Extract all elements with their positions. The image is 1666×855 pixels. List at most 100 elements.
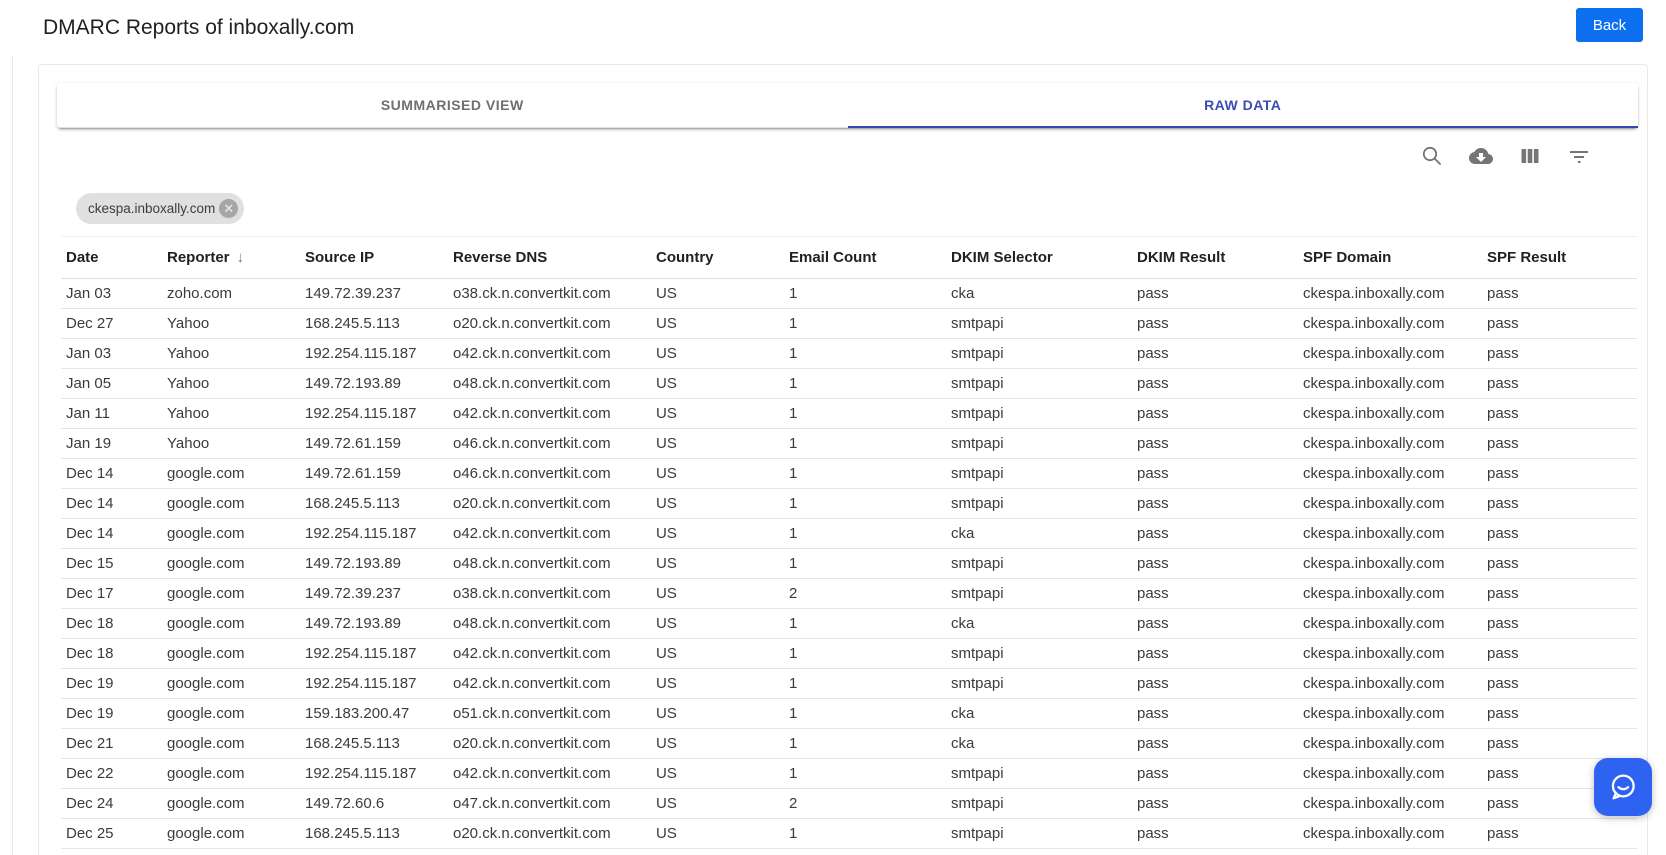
column-header-spf-domain[interactable]: SPF Domain: [1298, 236, 1482, 279]
table-cell: 1: [784, 548, 946, 579]
chat-widget-button[interactable]: [1594, 758, 1652, 816]
table-cell: ckespa.inboxally.com: [1298, 488, 1482, 519]
filter-icon[interactable]: [1567, 144, 1591, 168]
column-header-date[interactable]: Date: [61, 236, 162, 279]
table-cell: US: [651, 668, 784, 699]
table-cell: o46.ck.n.convertkit.com: [448, 428, 651, 459]
column-header-source-ip[interactable]: Source IP: [300, 236, 448, 279]
table-cell: smtpapi: [946, 488, 1132, 519]
table-row: Dec 15 google.com 149.72.193.89 o48.ck.n.co…: [61, 548, 1637, 579]
table-cell: 192.254.115.187: [300, 338, 448, 369]
table-cell: cka: [946, 278, 1132, 309]
table-toolbar: [1420, 144, 1591, 168]
table-cell: Jan 03: [61, 338, 162, 369]
table-cell: US: [651, 368, 784, 399]
view-columns-icon[interactable]: [1518, 144, 1542, 168]
table-cell: pass: [1482, 518, 1637, 549]
filter-chip-label: ckespa.inboxally.com: [88, 201, 216, 216]
column-header-dkim-result[interactable]: DKIM Result: [1132, 236, 1298, 279]
table-cell: pass: [1482, 728, 1637, 759]
table-row: Dec 22 google.com 192.254.115.187 o42.ck.n.…: [61, 758, 1637, 789]
table-cell: google.com: [162, 488, 300, 519]
table-cell: US: [651, 698, 784, 729]
table-cell: o20.ck.n.convertkit.com: [448, 818, 651, 849]
table-cell: Jan 19: [61, 428, 162, 459]
table-cell: o20.ck.n.convertkit.com: [448, 728, 651, 759]
table-cell: 149.72.193.89: [300, 548, 448, 579]
table-cell: 1: [784, 668, 946, 699]
column-header-email-count[interactable]: Email Count: [784, 236, 946, 279]
table-cell: smtpapi: [946, 338, 1132, 369]
table-cell: o48.ck.n.convertkit.com: [448, 548, 651, 579]
table-cell: smtpapi: [946, 368, 1132, 399]
table-cell: pass: [1482, 278, 1637, 309]
table-cell: pass: [1482, 368, 1637, 399]
table-cell: google.com: [162, 608, 300, 639]
tab-bar: SUMMARISED VIEW RAW DATA: [57, 83, 1638, 128]
table-cell: 168.245.5.113: [300, 488, 448, 519]
table-cell: ckespa.inboxally.com: [1298, 578, 1482, 609]
table-cell: pass: [1132, 698, 1298, 729]
table-cell: US: [651, 398, 784, 429]
table-cell: 192.254.115.187: [300, 758, 448, 789]
tab-summarised-view[interactable]: SUMMARISED VIEW: [57, 83, 848, 128]
table-cell: google.com: [162, 728, 300, 759]
column-header-reporter[interactable]: Reporter ↓: [162, 236, 300, 279]
table-cell: US: [651, 608, 784, 639]
table-cell: pass: [1132, 308, 1298, 339]
table-cell: Yahoo: [162, 368, 300, 399]
table-cell: 1: [784, 458, 946, 489]
table-row: Dec 19 google.com 159.183.200.47 o51.ck.n.c…: [61, 698, 1637, 729]
column-header-reverse-dns[interactable]: Reverse DNS: [448, 236, 651, 279]
table-cell: 168.245.5.113: [300, 818, 448, 849]
table-cell: ckespa.inboxally.com: [1298, 728, 1482, 759]
active-filters: ckespa.inboxally.com ✕: [76, 193, 245, 224]
table-cell: 168.245.5.113: [300, 728, 448, 759]
table-cell: o42.ck.n.convertkit.com: [448, 338, 651, 369]
table-cell: 2: [784, 578, 946, 609]
table-cell: pass: [1482, 488, 1637, 519]
table-row: Dec 25 google.com 168.245.5.113 o20.ck.n.co…: [61, 818, 1637, 849]
filter-chip[interactable]: ckespa.inboxally.com ✕: [76, 193, 245, 224]
table-cell: US: [651, 728, 784, 759]
table-cell: pass: [1132, 548, 1298, 579]
table-cell: pass: [1132, 578, 1298, 609]
table-row: Dec 27 Yahoo 168.245.5.113 o20.ck.n.convert…: [61, 308, 1637, 339]
table-cell: o42.ck.n.convertkit.com: [448, 638, 651, 669]
table-cell: ckespa.inboxally.com: [1298, 518, 1482, 549]
back-button[interactable]: Back: [1576, 8, 1643, 42]
table-cell: 1: [784, 338, 946, 369]
table-cell: US: [651, 458, 784, 489]
table-cell: US: [651, 308, 784, 339]
table-row: Jan 05 Yahoo 149.72.193.89 o48.ck.n.convert…: [61, 368, 1637, 399]
table-cell: pass: [1132, 758, 1298, 789]
table-cell: 1: [784, 728, 946, 759]
tab-raw-data[interactable]: RAW DATA: [847, 83, 1638, 128]
table-cell: smtpapi: [946, 578, 1132, 609]
table-cell: o38.ck.n.convertkit.com: [448, 278, 651, 309]
download-icon[interactable]: [1469, 144, 1493, 168]
column-header-dkim-selector[interactable]: DKIM Selector: [946, 236, 1132, 279]
table-cell: ckespa.inboxally.com: [1298, 548, 1482, 579]
table-cell: google.com: [162, 818, 300, 849]
search-icon[interactable]: [1420, 144, 1444, 168]
table-cell: Jan 03: [61, 278, 162, 309]
column-header-country[interactable]: Country: [651, 236, 784, 279]
table-cell: smtpapi: [946, 788, 1132, 819]
table-cell: Dec 24: [61, 788, 162, 819]
table-row: Dec 14 google.com 192.254.115.187 o42.ck.n.…: [61, 518, 1637, 549]
table-row: Jan 03 zoho.com 149.72.39.237 o38.ck.n.conv…: [61, 278, 1637, 309]
table-cell: Dec 27: [61, 308, 162, 339]
table-body: Jan 03 zoho.com 149.72.39.237 o38.ck.n.conv…: [61, 278, 1637, 849]
table-row: Dec 17 google.com 149.72.39.237 o38.ck.n.co…: [61, 578, 1637, 609]
table-cell: ckespa.inboxally.com: [1298, 338, 1482, 369]
table-cell: 1: [784, 398, 946, 429]
table-cell: pass: [1132, 368, 1298, 399]
table-cell: 1: [784, 518, 946, 549]
sort-arrow-icon: ↓: [236, 249, 245, 266]
table-cell: Yahoo: [162, 308, 300, 339]
table-cell: Yahoo: [162, 398, 300, 429]
chip-close-icon[interactable]: ✕: [219, 199, 239, 218]
column-header-spf-result[interactable]: SPF Result: [1482, 236, 1637, 279]
table-cell: 159.183.200.47: [300, 698, 448, 729]
